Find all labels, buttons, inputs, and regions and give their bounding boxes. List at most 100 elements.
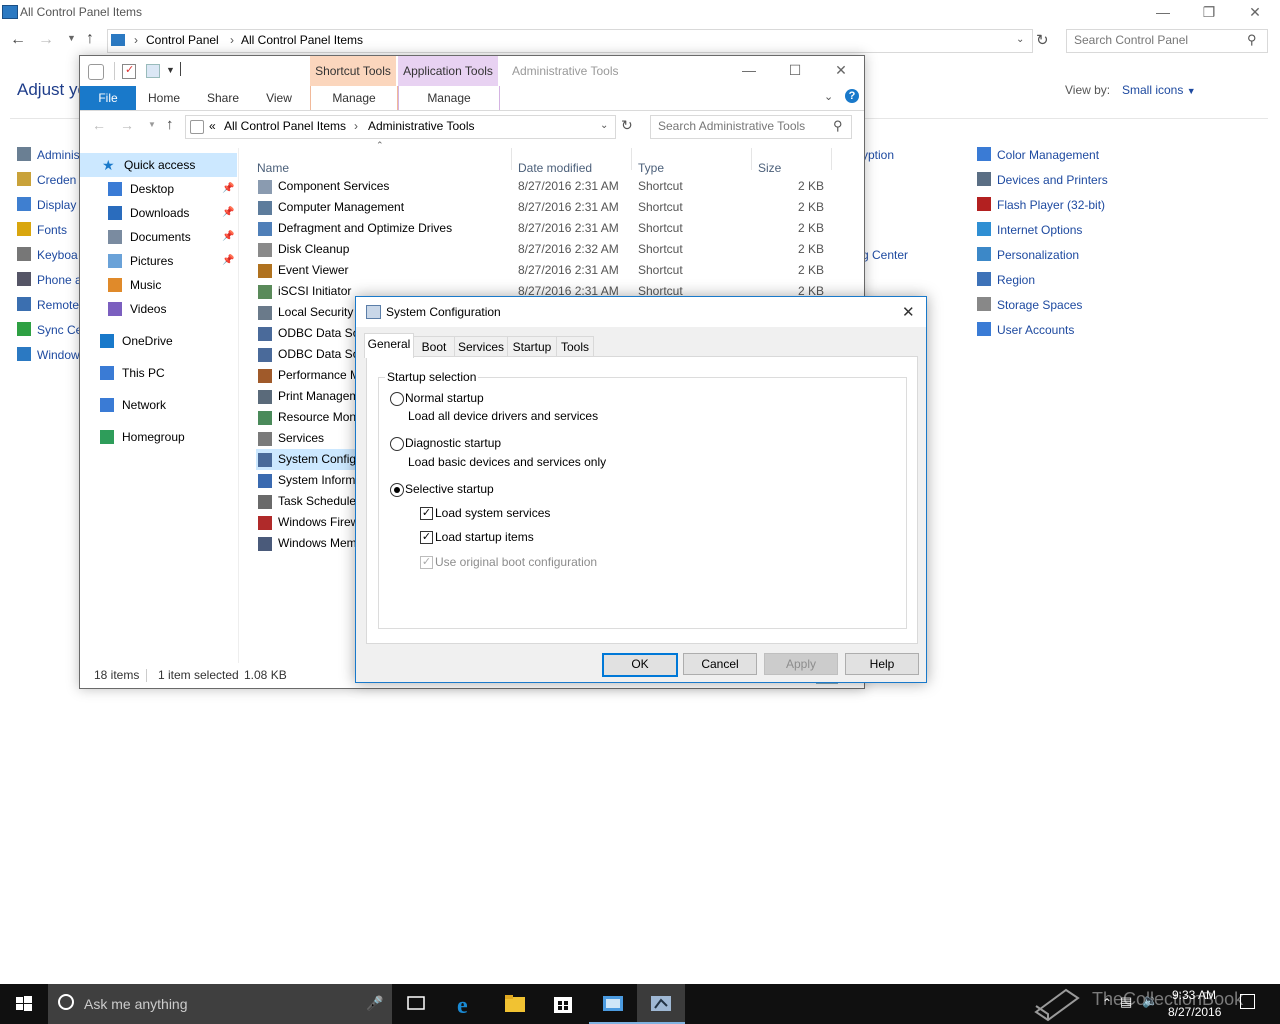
view-by-dropdown[interactable]: Small icons ▼ [1122, 83, 1196, 97]
cp-item[interactable]: Window [17, 344, 82, 366]
clock-date[interactable]: 8/27/2016 [1168, 1005, 1221, 1019]
tab-startup[interactable]: Startup [507, 336, 557, 357]
ok-button[interactable]: OK [602, 653, 678, 677]
file-row[interactable]: Disk Cleanup 8/27/2016 2:32 AM Shortcut 2 K… [256, 239, 846, 260]
cp-item[interactable]: Creden [17, 169, 82, 191]
tab-manage-shortcut[interactable]: Manage [310, 86, 398, 110]
help-button[interactable]: Help [845, 653, 919, 675]
cp-item[interactable]: Keyboa [17, 244, 82, 266]
cp-item[interactable]: Display [17, 194, 82, 216]
cp-address-bar[interactable]: › Control Panel › All Control Panel Item… [107, 29, 1033, 53]
ribbon-expand-icon[interactable]: ⌄ [824, 90, 833, 103]
cp-item[interactable]: Region [977, 269, 1108, 291]
volume-icon[interactable]: 🔉 [1142, 993, 1158, 1009]
file-row[interactable]: Computer Management 8/27/2016 2:31 AM Shor… [256, 197, 846, 218]
cancel-button[interactable]: Cancel [683, 653, 757, 675]
normal-startup-label[interactable]: Normal startup [405, 391, 484, 405]
cp-item[interactable]: Fonts [17, 219, 82, 241]
task-view-button[interactable] [392, 984, 440, 1024]
tab-file[interactable]: File [80, 86, 136, 110]
cp-item[interactable]: Personalization [977, 244, 1108, 266]
up-button[interactable]: ↑ [86, 30, 94, 48]
file-row[interactable]: Event Viewer 8/27/2016 2:31 AM Shortcut 2 K… [256, 260, 846, 281]
load-system-services-checkbox[interactable]: ✓ [420, 507, 433, 520]
tab-view[interactable]: View [256, 86, 302, 110]
tab-share[interactable]: Share [198, 86, 248, 110]
file-explorer-button[interactable] [491, 984, 539, 1024]
close-button[interactable]: ✕ [1232, 0, 1278, 24]
selective-startup-label[interactable]: Selective startup [405, 482, 494, 496]
cp-item[interactable]: Devices and Printers [977, 169, 1108, 191]
tab-services[interactable]: Services [454, 336, 508, 357]
show-hidden-icons[interactable]: ⌃ [1102, 996, 1112, 1010]
minimize-button[interactable]: — [726, 58, 772, 82]
nav-item-documents[interactable]: Documents 📌 [80, 225, 237, 249]
explorer-address-bar[interactable]: « All Control Panel Items › Administrati… [185, 115, 616, 139]
cp-item[interactable]: Internet Options [977, 219, 1108, 241]
pin-icon[interactable]: 📌 [222, 225, 234, 249]
back-button[interactable]: ← [92, 117, 106, 133]
cortana-search-box[interactable]: Ask me anything 🎤 [48, 984, 392, 1024]
load-startup-items-checkbox[interactable]: ✓ [420, 531, 433, 544]
nav-item-network[interactable]: Network [80, 393, 237, 417]
nav-item-this-pc[interactable]: This PC [80, 361, 237, 385]
diagnostic-startup-radio[interactable] [390, 437, 404, 451]
new-folder-icon[interactable] [146, 64, 160, 78]
tab-general[interactable]: General [364, 333, 414, 358]
divider[interactable] [751, 148, 752, 170]
divider[interactable] [631, 148, 632, 170]
help-icon[interactable]: ? [845, 89, 859, 103]
store-button[interactable] [539, 984, 587, 1024]
close-button[interactable]: ✕ [818, 58, 864, 82]
explorer-search-input[interactable]: Search Administrative Tools ⚲ [650, 115, 852, 139]
cp-item[interactable]: Flash Player (32-bit) [977, 194, 1108, 216]
file-row[interactable]: Defragment and Optimize Drives 8/27/2016 … [256, 218, 846, 239]
nav-item-homegroup[interactable]: Homegroup [80, 425, 237, 449]
cp-item[interactable]: Remote [17, 294, 82, 316]
pin-icon[interactable]: 📌 [222, 249, 234, 273]
restore-button[interactable]: ❐ [1186, 0, 1232, 24]
diagnostic-startup-label[interactable]: Diagnostic startup [405, 436, 501, 450]
nav-item-quick-access[interactable]: ★ Quick access [80, 153, 237, 177]
network-icon[interactable]: ▤ [1120, 994, 1132, 1010]
recent-chevron-icon[interactable]: ▼ [148, 120, 156, 129]
clock-time[interactable]: 9:33 AM [1172, 988, 1216, 1002]
breadcrumb-parent[interactable]: All Control Panel Items [224, 119, 346, 133]
customize-qat-icon[interactable]: ▼ [166, 65, 175, 75]
properties-icon[interactable]: ✓ [122, 64, 136, 79]
start-button[interactable] [0, 984, 48, 1024]
cp-item[interactable]: Color Management [977, 144, 1108, 166]
nav-item-downloads[interactable]: Downloads 📌 [80, 201, 237, 225]
tab-tools[interactable]: Tools [556, 336, 594, 357]
tab-boot[interactable]: Boot [413, 336, 455, 357]
microphone-icon[interactable]: 🎤 [366, 995, 383, 1012]
breadcrumb-root[interactable]: Control Panel [146, 33, 219, 47]
nav-item-desktop[interactable]: Desktop 📌 [80, 177, 237, 201]
cp-item-partial[interactable]: yption [862, 144, 908, 166]
breadcrumb-overflow[interactable]: « [209, 119, 216, 133]
address-dropdown-icon[interactable]: ⌄ [1016, 34, 1024, 45]
address-dropdown-icon[interactable]: ⌄ [600, 120, 608, 131]
normal-startup-radio[interactable] [390, 392, 404, 406]
nav-item-videos[interactable]: Videos [80, 297, 237, 321]
control-panel-taskbar-button[interactable] [589, 984, 637, 1024]
up-button[interactable]: ↑ [166, 116, 174, 133]
forward-button[interactable]: → [38, 31, 54, 49]
load-startup-items-label[interactable]: Load startup items [435, 530, 534, 544]
pin-icon[interactable]: 📌 [222, 201, 234, 225]
cp-item[interactable]: Phone a [17, 269, 82, 291]
back-button[interactable]: ← [10, 31, 26, 49]
cp-search-input[interactable]: Search Control Panel ⚲ [1066, 29, 1268, 53]
file-row[interactable]: Component Services 8/27/2016 2:31 AM Short… [256, 176, 846, 197]
msconfig-taskbar-button[interactable] [637, 984, 685, 1024]
tab-home[interactable]: Home [138, 86, 190, 110]
pin-icon[interactable]: 📌 [222, 177, 234, 201]
minimize-button[interactable]: — [1140, 0, 1186, 24]
nav-item-onedrive[interactable]: OneDrive [80, 329, 237, 353]
breadcrumb-current[interactable]: Administrative Tools [368, 119, 475, 133]
divider[interactable] [511, 148, 512, 170]
cp-item[interactable]: Sync Ce [17, 319, 82, 341]
forward-button[interactable]: → [120, 117, 134, 133]
load-system-services-label[interactable]: Load system services [435, 506, 550, 520]
breadcrumb-current[interactable]: All Control Panel Items [241, 33, 363, 47]
